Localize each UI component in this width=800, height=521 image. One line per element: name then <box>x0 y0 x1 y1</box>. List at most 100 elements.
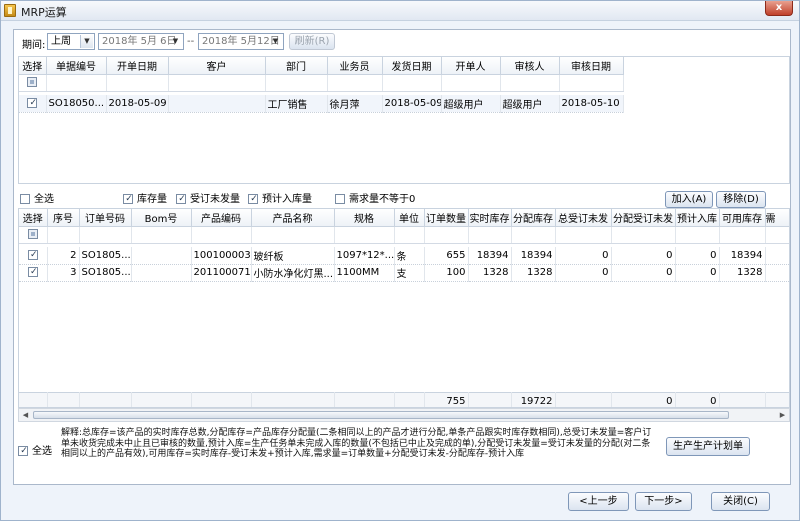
row-select-checkbox[interactable] <box>27 97 38 108</box>
table-row[interactable]: 2 SO1805... 100100003 玻纤板 1097*12*... 条 … <box>19 247 789 265</box>
scrollbar-thumb[interactable] <box>33 411 729 419</box>
col-header-unit[interactable]: 单位 <box>394 209 425 227</box>
chevron-down-icon[interactable]: ▼ <box>269 35 282 48</box>
cell-unshipped: 0 <box>555 264 612 282</box>
filter-cell[interactable] <box>334 226 395 244</box>
close-button[interactable]: 关闭(C) <box>711 492 770 511</box>
col-header-spec[interactable]: 规格 <box>334 209 395 227</box>
date-to-picker[interactable]: 2018年 5月12日 ▼ <box>198 33 284 50</box>
demand-nonzero-option[interactable]: 需求量不等于0 <box>335 190 415 205</box>
col-header-unshipped[interactable]: 总受订未发 <box>555 209 612 227</box>
filter-cell[interactable] <box>424 226 469 244</box>
row-select-checkbox[interactable] <box>27 267 39 277</box>
select-all-products-checkbox[interactable] <box>18 446 29 456</box>
cell-unit: 条 <box>394 247 425 265</box>
select-all-checkbox[interactable] <box>20 194 30 204</box>
filter-cell[interactable] <box>265 74 328 92</box>
cell-alloc-stock: 1328 <box>511 264 556 282</box>
total-alloc-stock: 19722 <box>511 392 556 407</box>
mrp-window: MRP运算 x 期间: 上周 ▼ 2018年 5月 6日 ▼ -- 2018年 … <box>0 0 800 521</box>
add-button[interactable]: 加入(A) <box>665 191 713 208</box>
select-all-orders[interactable]: 全选 <box>20 190 54 205</box>
table-row[interactable]: SO18050... 2018-05-09 工厂销售 徐月萍 2018-05-0… <box>19 95 624 113</box>
col-header-review-date[interactable]: 审核日期 <box>559 57 624 75</box>
cell-seq: 3 <box>47 264 80 282</box>
filter-cell[interactable] <box>251 226 335 244</box>
filter-cell[interactable] <box>131 226 192 244</box>
date-from-picker[interactable]: 2018年 5月 6日 ▼ <box>98 33 184 50</box>
cell-demand <box>765 264 789 282</box>
expected-in-checkbox[interactable] <box>248 194 259 204</box>
col-header-alloc-stock[interactable]: 分配库存 <box>511 209 556 227</box>
filter-cell[interactable] <box>47 226 80 244</box>
col-header-dept[interactable]: 部门 <box>265 57 328 75</box>
col-header-product-code[interactable]: 产品编码 <box>191 209 252 227</box>
col-header-order-no[interactable]: 订单号码 <box>79 209 132 227</box>
filter-cell[interactable] <box>394 226 425 244</box>
col-header-order-qty[interactable]: 订单数量 <box>424 209 469 227</box>
col-header-seq[interactable]: 序号 <box>47 209 80 227</box>
expected-in-option[interactable]: 预计入库量 <box>248 190 312 205</box>
chevron-down-icon[interactable]: ▼ <box>80 35 93 48</box>
horizontal-scrollbar[interactable]: ◀ ▶ <box>18 408 790 422</box>
col-header-expected-in[interactable]: 预计入库 <box>675 209 720 227</box>
col-header-available[interactable]: 可用库存 <box>719 209 766 227</box>
refresh-button[interactable]: 刷新(R) <box>289 33 335 50</box>
col-header-reviewer[interactable]: 审核人 <box>500 57 560 75</box>
filter-cell[interactable] <box>555 226 612 244</box>
period-select[interactable]: 上周 ▼ <box>47 33 95 50</box>
filter-cell[interactable] <box>611 226 676 244</box>
col-header-creator[interactable]: 开单人 <box>441 57 501 75</box>
stock-qty-checkbox[interactable] <box>123 194 134 204</box>
filter-cell[interactable] <box>765 226 789 244</box>
filter-cell[interactable] <box>382 74 442 92</box>
row-select-checkbox[interactable] <box>27 249 39 260</box>
scroll-left-icon[interactable]: ◀ <box>20 410 31 420</box>
filter-cell[interactable] <box>468 226 512 244</box>
cell-product-code: 201100071 <box>191 264 252 282</box>
filter-cell[interactable] <box>46 74 107 92</box>
prev-step-button[interactable]: <上一步 <box>568 492 629 511</box>
cell-reviewer: 超级用户 <box>500 95 560 113</box>
col-header-order-no[interactable]: 单据编号 <box>46 57 107 75</box>
stock-qty-label: 库存量 <box>137 194 167 205</box>
remove-button[interactable]: 移除(D) <box>716 191 766 208</box>
filter-cell[interactable] <box>79 226 132 244</box>
close-window-button[interactable]: x <box>765 1 793 16</box>
col-header-demand[interactable]: 需 <box>765 209 789 227</box>
scroll-right-icon[interactable]: ▶ <box>777 410 788 420</box>
col-header-ship-date[interactable]: 发货日期 <box>382 57 442 75</box>
filter-checkbox[interactable] <box>27 229 38 239</box>
col-header-salesman[interactable]: 业务员 <box>327 57 383 75</box>
filter-cell[interactable] <box>106 74 169 92</box>
filter-checkbox[interactable] <box>27 77 38 87</box>
stock-qty-option[interactable]: 库存量 <box>123 190 167 205</box>
select-all-products[interactable]: 全选 <box>18 442 52 457</box>
filter-cell[interactable] <box>559 74 624 92</box>
col-header-bom[interactable]: Bom号 <box>131 209 192 227</box>
filter-cell[interactable] <box>191 226 252 244</box>
filter-cell[interactable] <box>675 226 720 244</box>
filter-cell[interactable] <box>327 74 383 92</box>
filter-cell[interactable] <box>719 226 766 244</box>
order-unshipped-checkbox[interactable] <box>176 194 187 204</box>
col-header-customer[interactable]: 客户 <box>168 57 266 75</box>
filter-cell[interactable] <box>441 74 501 92</box>
table-row[interactable]: 3 SO1805... 201100071 小防水净化灯黑... 1100MM … <box>19 264 789 282</box>
generate-plan-button[interactable]: 生产生产计划单 <box>666 437 750 456</box>
filter-cell[interactable] <box>511 226 556 244</box>
demand-nonzero-checkbox[interactable] <box>335 194 345 204</box>
col-header-select[interactable]: 选择 <box>19 209 48 227</box>
cell-order-no: SO1805... <box>79 264 132 282</box>
filter-cell[interactable] <box>500 74 560 92</box>
next-step-button[interactable]: 下一步> <box>635 492 692 511</box>
order-unshipped-option[interactable]: 受订未发量 <box>176 190 240 205</box>
filter-cell[interactable] <box>168 74 266 92</box>
col-header-select[interactable]: 选择 <box>19 57 47 75</box>
col-header-product-name[interactable]: 产品名称 <box>251 209 335 227</box>
chevron-down-icon[interactable]: ▼ <box>169 35 182 48</box>
col-header-alloc-unshipped[interactable]: 分配受订未发 <box>611 209 676 227</box>
cell-review-date: 2018-05-10 <box>559 95 624 113</box>
col-header-stock[interactable]: 实时库存 <box>468 209 512 227</box>
col-header-order-date[interactable]: 开单日期 <box>106 57 169 75</box>
